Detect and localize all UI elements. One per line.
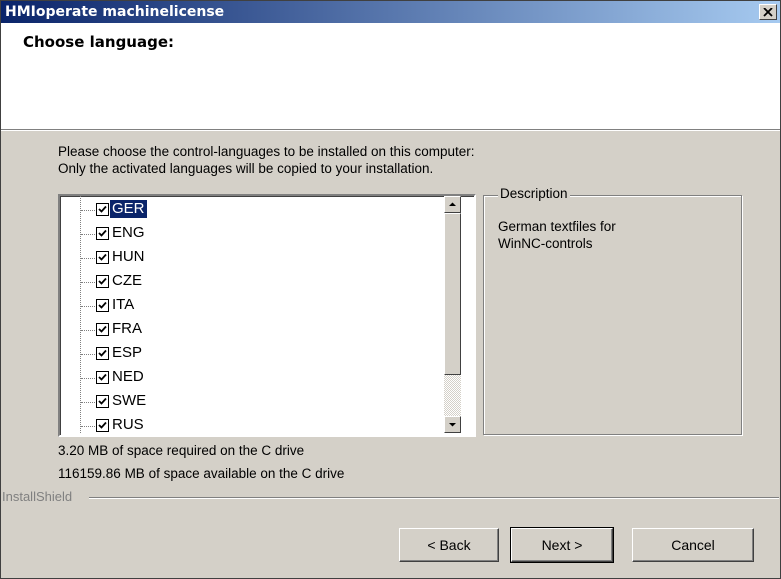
language-label[interactable]: ITA [110,296,136,314]
tree-branch [81,402,95,403]
language-label[interactable]: CZE [110,272,144,290]
cancel-button[interactable]: Cancel [632,528,754,562]
language-label[interactable]: GER [110,200,147,218]
description-legend: Description [498,186,570,201]
language-label[interactable]: RUS [110,416,146,433]
language-item[interactable]: HUN [60,246,440,270]
tree-scrollbar[interactable] [444,196,461,433]
language-checkbox[interactable] [96,347,109,360]
language-label[interactable]: FRA [110,320,144,338]
arrow-down-icon [445,420,460,435]
scroll-up-button[interactable] [444,196,461,213]
scroll-down-button[interactable] [444,416,461,433]
header-divider [1,130,780,131]
language-checkbox[interactable] [96,395,109,408]
scroll-thumb[interactable] [444,213,461,375]
language-label[interactable]: NED [110,368,146,386]
back-button[interactable]: < Back [399,528,499,562]
language-checkbox[interactable] [96,251,109,264]
footer-divider [89,497,779,499]
language-item[interactable]: FRA [60,318,440,342]
language-checkbox[interactable] [96,419,109,432]
instruction-line-2: Only the activated languages will be cop… [58,161,434,176]
tree-branch [81,234,95,235]
language-item[interactable]: RUS [60,414,440,433]
language-label[interactable]: ESP [110,344,144,362]
language-tree[interactable]: GER ENG HUN CZE ITA FRA ESP NED SWE RUS [58,194,476,437]
language-item[interactable]: CZE [60,270,440,294]
language-item[interactable]: SWE [60,390,440,414]
tree-branch [81,354,95,355]
tree-branch [81,306,95,307]
language-checkbox[interactable] [96,371,109,384]
title-bar: HMIoperate machinelicense [1,1,780,23]
description-line-1: German textfiles for [498,219,616,234]
language-checkbox[interactable] [96,275,109,288]
window-title: HMIoperate machinelicense [5,4,225,20]
tree-branch [81,426,95,427]
tree-branch [81,210,95,211]
tree-branch [81,378,95,379]
header-panel: Choose language: [1,23,780,130]
language-checkbox[interactable] [96,203,109,216]
language-item[interactable]: NED [60,366,440,390]
language-label[interactable]: SWE [110,392,148,410]
language-label[interactable]: ENG [110,224,147,242]
tree-branch [81,330,95,331]
instruction-line-1: Please choose the control-languages to b… [58,144,475,159]
description-line-2: WinNC-controls [498,236,593,251]
language-label[interactable]: HUN [110,248,147,266]
close-icon [763,5,773,20]
language-item[interactable]: GER [60,198,440,222]
next-button[interactable]: Next > [510,527,614,563]
installer-window: HMIoperate machinelicense Choose languag… [0,0,781,579]
tree-branch [81,258,95,259]
language-checkbox[interactable] [96,299,109,312]
installshield-brand: InstallShield [2,489,73,504]
space-required: 3.20 MB of space required on the C drive [58,443,305,458]
description-group: Description German textfiles for WinNC-c… [483,186,742,435]
close-button[interactable] [759,4,777,20]
space-available: 116159.86 MB of space available on the C… [58,466,345,481]
language-item[interactable]: ITA [60,294,440,318]
language-item[interactable]: ENG [60,222,440,246]
page-title: Choose language: [23,33,175,51]
tree-branch [81,282,95,283]
language-checkbox[interactable] [96,227,109,240]
language-checkbox[interactable] [96,323,109,336]
description-text: German textfiles for WinNC-controls [498,218,728,252]
language-item[interactable]: ESP [60,342,440,366]
